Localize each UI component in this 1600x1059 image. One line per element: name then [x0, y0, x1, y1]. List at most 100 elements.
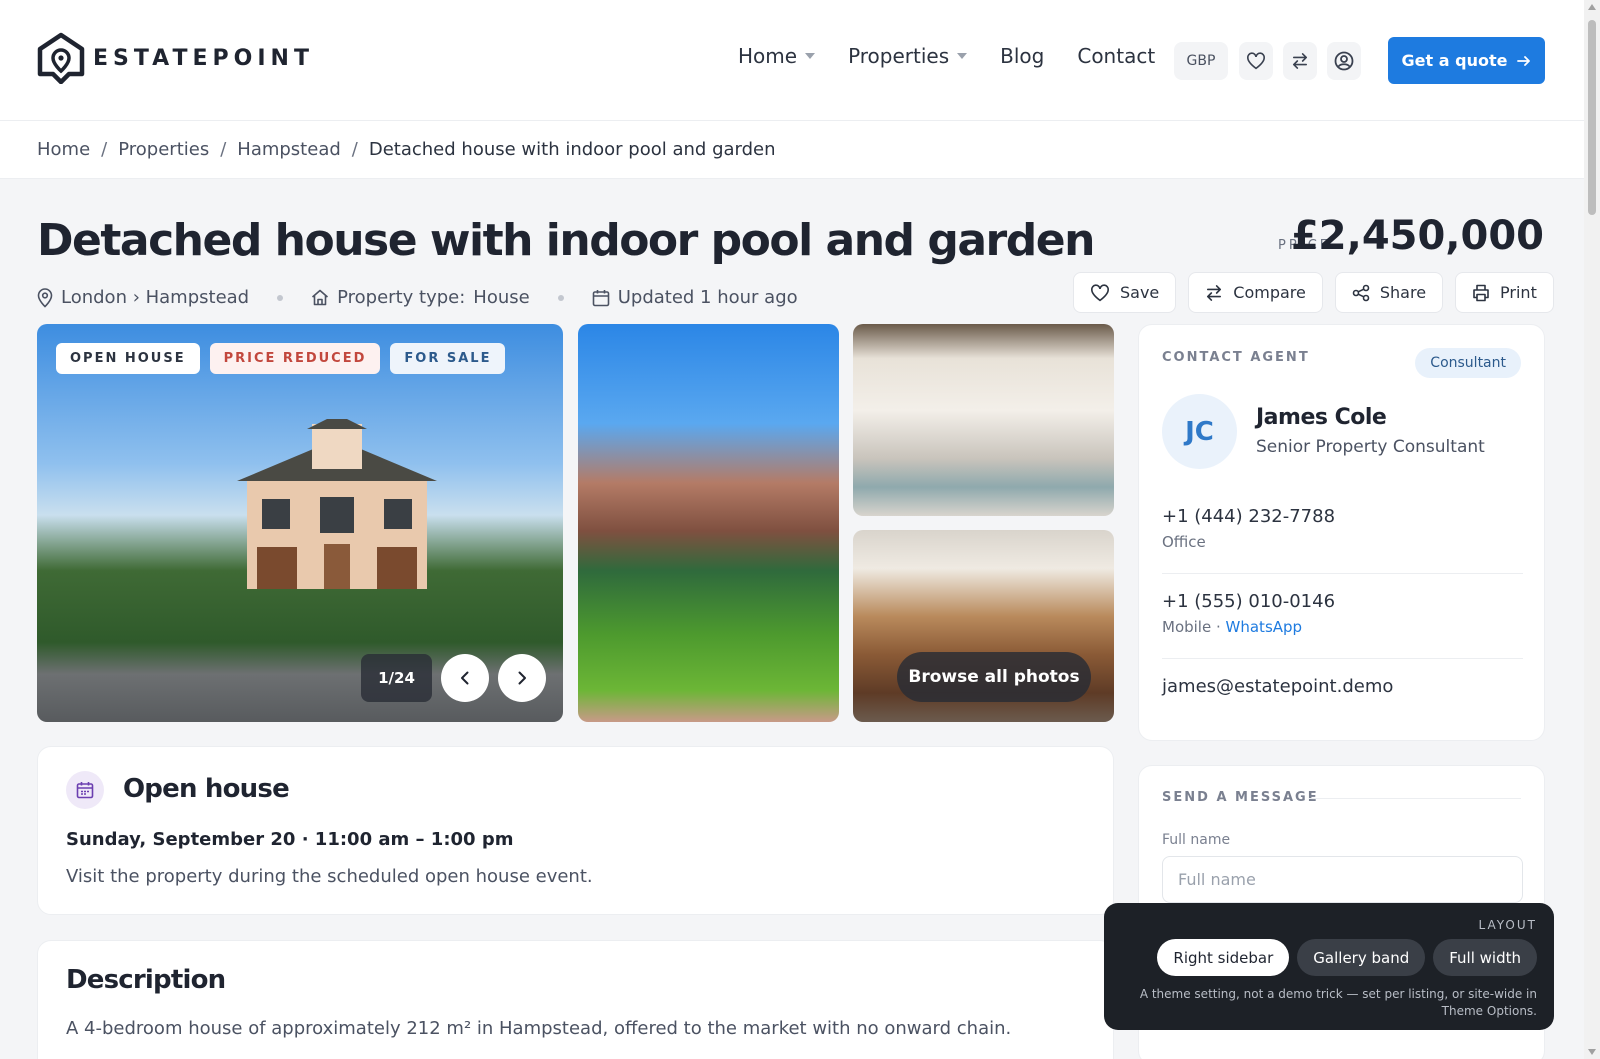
updated: Updated 1 hour ago: [592, 287, 798, 308]
print-label: Print: [1500, 283, 1537, 302]
layout-note: A theme setting, not a demo trick — set …: [1139, 987, 1537, 1018]
photo-thumbnail-living-room[interactable]: [853, 324, 1114, 516]
mobile-phone[interactable]: +1 (555) 010-0146: [1162, 591, 1523, 612]
divider: [1162, 658, 1523, 659]
badge-price-reduced: PRICE REDUCED: [209, 343, 381, 374]
price: £2,450,000: [1290, 213, 1544, 259]
browse-photos-button[interactable]: Browse all photos: [897, 652, 1091, 702]
share-button[interactable]: Share: [1334, 272, 1444, 313]
get-quote-button[interactable]: Get a quote: [1388, 37, 1545, 84]
nav-blog[interactable]: Blog: [1000, 44, 1044, 68]
badge-open-house: OPEN HOUSE: [56, 343, 200, 374]
favorites-button[interactable]: [1239, 42, 1273, 80]
compare-nav-button[interactable]: [1283, 42, 1317, 80]
scrollbar[interactable]: [1584, 0, 1600, 1059]
main-photo[interactable]: OPEN HOUSE PRICE REDUCED FOR SALE 1/24: [37, 324, 563, 722]
calendar-glyph: [76, 782, 94, 799]
agent-name: James Cole: [1256, 405, 1387, 430]
email-row: james@estatepoint.demo: [1162, 676, 1523, 697]
nav-home[interactable]: Home: [738, 44, 816, 68]
brand-name: ESTATEPOINT: [93, 45, 314, 71]
layout-full-width-button[interactable]: Full width: [1433, 939, 1537, 976]
layout-options: Right sidebar Gallery band Full width: [1157, 939, 1537, 976]
page-title: Detached house with indoor pool and gard…: [37, 215, 1095, 266]
open-house-title: Open house: [123, 774, 290, 804]
nav-contact-label: Contact: [1077, 44, 1156, 68]
chevron-right-icon: [518, 671, 526, 685]
heart-icon: [1091, 283, 1109, 301]
description-text: A 4-bedroom house of approximately 212 m…: [66, 1018, 1012, 1039]
full-name-field[interactable]: [1162, 856, 1523, 903]
house-pin-logo-icon: [37, 32, 85, 84]
breadcrumb-current: Detached house with indoor pool and gard…: [368, 139, 776, 160]
chevron-down-icon: [805, 53, 816, 59]
nav-contact[interactable]: Contact: [1077, 44, 1155, 68]
calendar-icon: [66, 771, 104, 809]
calendar-icon: [592, 289, 610, 306]
nav-properties[interactable]: Properties: [848, 44, 968, 68]
print-button[interactable]: Print: [1455, 272, 1554, 313]
save-button[interactable]: Save: [1073, 272, 1177, 313]
compare-label: Compare: [1233, 283, 1306, 302]
send-message-heading: SEND A MESSAGE: [1162, 790, 1319, 805]
office-phone[interactable]: +1 (444) 232-7788: [1162, 506, 1523, 527]
compare-button[interactable]: Compare: [1188, 272, 1323, 313]
breadcrumb-home[interactable]: Home: [37, 139, 90, 160]
home-icon: [312, 289, 329, 306]
map-pin-icon: [37, 287, 53, 308]
layout-label: LAYOUT: [1478, 918, 1537, 932]
mobile-meta: Mobile · WhatsApp: [1162, 618, 1523, 636]
agent-email[interactable]: james@estatepoint.demo: [1162, 676, 1523, 697]
open-house-description: Visit the property during the scheduled …: [66, 866, 593, 887]
whatsapp-link[interactable]: WhatsApp: [1226, 618, 1303, 636]
breadcrumb-separator: /: [220, 139, 227, 160]
user-circle-icon: [1334, 51, 1354, 71]
swap-arrows-icon: [1207, 284, 1222, 301]
scroll-down-icon[interactable]: [1588, 1049, 1596, 1055]
property-type: Property type: House: [311, 287, 530, 308]
next-photo-button[interactable]: [498, 654, 546, 702]
breadcrumb-separator: /: [351, 139, 358, 160]
separator-dot: [277, 294, 284, 301]
nav-blog-label: Blog: [1000, 44, 1045, 68]
breadcrumb: Home / Properties / Hampstead / Detached…: [0, 121, 1584, 179]
layout-right-sidebar-button[interactable]: Right sidebar: [1157, 939, 1290, 976]
description-title: Description: [66, 965, 226, 995]
layout-gallery-band-button[interactable]: Gallery band: [1297, 939, 1426, 976]
nav-home-label: Home: [738, 44, 798, 68]
agent-role: Senior Property Consultant: [1256, 437, 1485, 457]
divider: [1162, 573, 1523, 574]
photo-thumbnail-kitchen[interactable]: Browse all photos: [853, 530, 1114, 722]
breadcrumb-properties[interactable]: Properties: [118, 139, 209, 160]
currency-selector[interactable]: GBP: [1174, 42, 1228, 80]
listing-meta: London › Hampstead Property type: House …: [37, 287, 798, 308]
avatar: JC: [1162, 394, 1237, 469]
listing-actions: Save Compare Share Print: [1073, 272, 1554, 313]
description-card: Description A 4-bedroom house of approxi…: [37, 940, 1114, 1059]
house-photo-illustration: [237, 419, 437, 589]
save-label: Save: [1120, 283, 1160, 302]
breadcrumb-separator: /: [101, 139, 108, 160]
chevron-left-icon: [461, 671, 469, 685]
breadcrumb-hampstead[interactable]: Hampstead: [237, 139, 341, 160]
scrollbar-thumb[interactable]: [1588, 20, 1596, 215]
divider: [1309, 798, 1521, 799]
get-quote-label: Get a quote: [1401, 51, 1508, 70]
logo[interactable]: ESTATEPOINT: [37, 32, 314, 84]
site-header: ESTATEPOINT Home Properties Blog Contact…: [0, 0, 1584, 121]
badge-for-sale: FOR SALE: [390, 343, 506, 374]
office-label: Office: [1162, 533, 1206, 551]
printer-icon: [1473, 284, 1489, 301]
main-nav: Home Properties Blog Contact: [738, 44, 1188, 68]
scroll-up-icon[interactable]: [1588, 4, 1596, 10]
arrow-right-icon: [1517, 55, 1531, 66]
heart-icon: [1247, 52, 1265, 70]
layout-switcher: LAYOUT Right sidebar Gallery band Full w…: [1104, 903, 1554, 1030]
photo-thumbnail-exterior[interactable]: [578, 324, 839, 722]
agent-role-chip: Consultant: [1415, 348, 1521, 378]
separator-dot: [557, 294, 564, 301]
prev-photo-button[interactable]: [441, 654, 489, 702]
account-button[interactable]: [1327, 42, 1361, 80]
property-type-value: House: [473, 287, 530, 308]
open-house-when: Sunday, September 20 · 11:00 am – 1:00 p…: [66, 829, 514, 850]
